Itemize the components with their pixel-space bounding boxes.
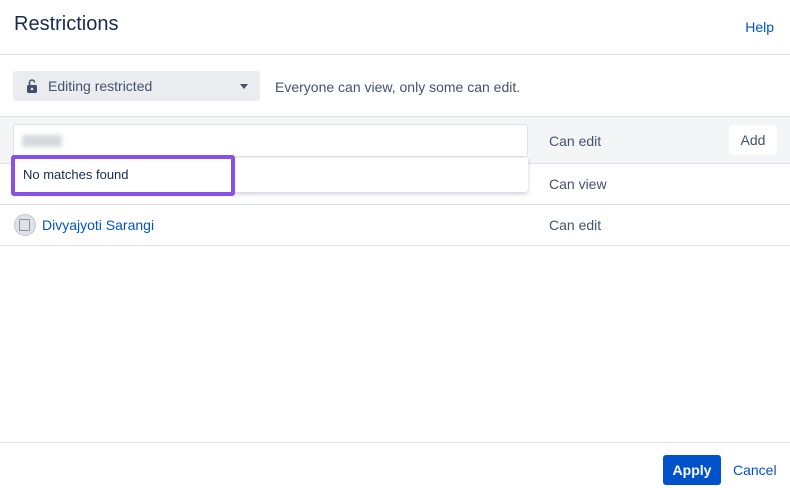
avatar <box>14 214 36 236</box>
row-permission[interactable]: Can edit <box>549 217 601 233</box>
no-matches-message: No matches found <box>23 167 129 182</box>
new-user-permission-select[interactable]: Can edit <box>549 133 601 149</box>
user-name-link[interactable]: Divyajyoti Sarangi <box>42 217 154 233</box>
dialog-footer: Apply Cancel <box>0 442 790 488</box>
restriction-mode-label: Editing restricted <box>48 78 153 94</box>
row-permission[interactable]: Can view <box>549 176 607 192</box>
dialog-title: Restrictions <box>14 13 119 35</box>
search-input-text <box>22 135 62 147</box>
dialog-header: Restrictions Help <box>0 0 790 55</box>
user-cell: Divyajyoti Sarangi <box>14 214 154 236</box>
table-row: Divyajyoti Sarangi Can edit <box>0 205 790 246</box>
cancel-link[interactable]: Cancel <box>733 462 777 478</box>
apply-button[interactable]: Apply <box>663 455 721 485</box>
chevron-down-icon <box>240 84 248 89</box>
restriction-mode-select[interactable]: Editing restricted <box>13 71 260 101</box>
user-search-input[interactable] <box>13 124 528 157</box>
unlocked-padlock-icon <box>24 78 40 94</box>
restriction-mode-description: Everyone can view, only some can edit. <box>275 79 521 95</box>
help-link[interactable]: Help <box>745 19 774 35</box>
add-button[interactable]: Add <box>729 125 777 155</box>
